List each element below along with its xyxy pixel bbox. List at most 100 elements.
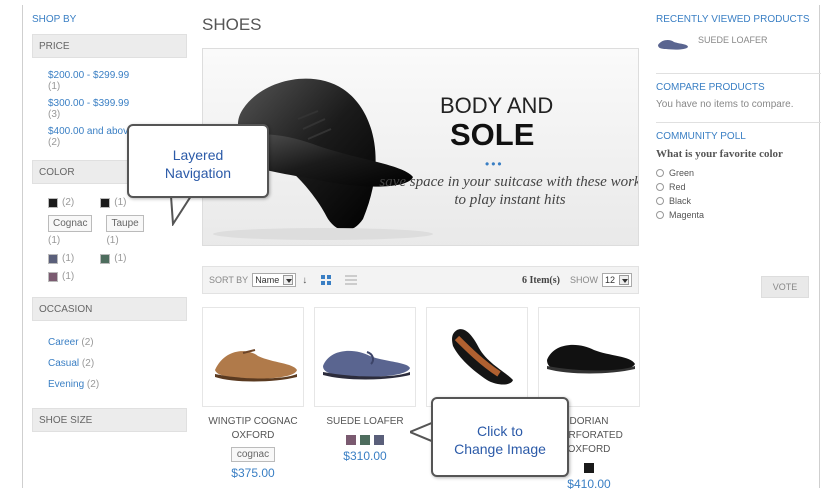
occasion-count: (2) [81,358,95,369]
product-image[interactable] [202,307,304,407]
occasion-option[interactable]: Career (2) [48,337,171,348]
dorian-oxford-image [547,344,635,374]
chevron-down-icon [283,275,294,285]
price-option-label[interactable]: $300.00 - $399.99 [48,98,129,109]
color-option-black-2[interactable]: (1) [100,197,126,208]
product-image[interactable] [538,307,640,407]
radio-button[interactable] [656,169,664,177]
occasion-filter-header[interactable]: OCCASION [32,297,187,321]
banner-tagline: save space in your suitcase with these w… [379,174,639,208]
sort-by-label: SORT BY [209,275,249,285]
product-card[interactable]: SUEDE LOAFER $310.00 [314,307,416,463]
color-filter-list: (2) (1) Cognac (1) Taupe (1) (1) (1) (1) [32,184,187,295]
green-swatch [100,253,111,264]
poll-option-label: Black [669,196,692,206]
price-option-label[interactable]: $200.00 - $299.99 [48,70,129,81]
recent-product-name[interactable]: SUEDE LOAFER [698,33,768,47]
compare-empty-text: You have no items to compare. [656,99,794,110]
product-image[interactable] [314,307,416,407]
mauve-swatch [48,271,58,282]
color-count: (1) [62,253,75,264]
poll-option-magenta[interactable]: Magenta [656,210,821,220]
product-grid: WINGTIP COGNAC OXFORD cognac $375.00 SUE… [202,307,640,489]
poll-option-label: Red [669,182,686,192]
navy-swatch [48,253,58,264]
grid-view-icon[interactable] [321,275,332,285]
price-option[interactable]: $300.00 - $399.99 (3) [48,98,171,120]
mauve-swatch[interactable] [346,435,356,445]
show-label: SHOW [569,275,598,285]
color-option-mauve[interactable]: (1) [48,271,74,282]
recent-product-thumbnail[interactable] [656,33,690,55]
price-option-count: (2) [48,137,61,148]
color-option-taupe[interactable]: Taupe (1) [106,215,144,246]
callout-text-line: Layered [172,147,224,163]
color-count: (1) [48,235,61,246]
sort-direction-icon[interactable]: ↓ [302,275,307,286]
price-option-label[interactable]: $400.00 and above [48,126,134,137]
product-toolbar: SORT BY Name ↓ 6 Item(s) SHOW 12 [202,266,639,294]
poll-option-black[interactable]: Black [656,196,821,206]
shoe-size-filter-header[interactable]: SHOE SIZE [32,408,187,432]
price-option-count: (1) [48,81,61,92]
price-option-count: (3) [48,109,61,120]
recently-viewed-header: RECENTLY VIEWED PRODUCTS [656,14,810,25]
poll-question: What is your favorite color [656,148,783,160]
callout-pointer [169,196,193,226]
occasion-option[interactable]: Casual (2) [48,358,171,369]
sort-by-select[interactable]: Name [252,273,297,287]
click-to-change-image-callout: Click to Change Image [431,397,569,477]
radio-button[interactable] [656,197,664,205]
product-image[interactable] [426,307,528,407]
price-option[interactable]: $200.00 - $299.99 (1) [48,70,171,92]
black-swatch[interactable] [584,463,594,473]
product-price: $310.00 [343,449,387,463]
layered-navigation-callout: Layered Navigation [127,124,269,198]
show-value: 12 [604,275,615,285]
color-count: (2) [62,197,75,208]
price-filter-header[interactable]: PRICE [32,34,187,58]
occasion-count: (2) [86,379,100,390]
color-option-green[interactable]: (1) [100,253,126,264]
product-card[interactable]: WINGTIP COGNAC OXFORD cognac $375.00 [202,307,304,480]
show-select[interactable]: 12 [601,273,632,287]
occasion-label[interactable]: Career [48,337,79,348]
color-option-cognac[interactable]: Cognac (1) [48,215,93,246]
occasion-filter-list: Career (2) Casual (2) Evening (2) [32,321,187,406]
occasion-option[interactable]: Evening (2) [48,379,171,390]
color-option-black[interactable]: (2) [48,197,74,208]
right-sidebar: RECENTLY VIEWED PRODUCTS SUEDE LOAFER CO… [656,14,821,298]
green-swatch[interactable] [360,435,370,445]
black-swatch [100,197,111,208]
occasion-label[interactable]: Evening [48,379,84,390]
list-view-icon[interactable] [345,275,358,285]
recently-viewed-item[interactable]: SUEDE LOAFER [656,33,821,55]
occasion-count: (2) [81,337,94,348]
color-count: (1) [114,197,127,208]
product-price: $375.00 [231,466,275,480]
occasion-label[interactable]: Casual [48,358,79,369]
color-option-navy[interactable]: (1) [48,253,74,264]
flat-shoe-image [452,329,513,385]
product-name[interactable]: SUEDE LOAFER [314,415,416,429]
poll-option-label: Magenta [669,210,705,220]
taupe-tag[interactable]: Taupe [106,215,144,232]
radio-button[interactable] [656,183,664,191]
callout-text-line: Change Image [454,441,546,457]
product-name[interactable]: WINGTIP COGNAC OXFORD [202,415,304,443]
vote-button[interactable]: VOTE [761,276,809,298]
product-card[interactable] [426,307,528,407]
black-swatch [48,197,58,208]
product-color-swatches[interactable] [314,435,416,445]
layered-navigation: PRICE $200.00 - $299.99 (1) $300.00 - $3… [32,34,187,489]
page-title: SHOES [202,15,262,34]
cognac-tag[interactable]: Cognac [48,215,93,232]
poll-option-label: Green [669,168,695,178]
poll-option-red[interactable]: Red [656,182,821,192]
radio-button[interactable] [656,211,664,219]
color-count: (1) [106,235,119,246]
navy-swatch[interactable] [374,435,384,445]
product-color-tag[interactable]: cognac [230,447,276,462]
poll-option-green[interactable]: Green [656,168,821,178]
community-poll-header: COMMUNITY POLL [656,131,746,142]
